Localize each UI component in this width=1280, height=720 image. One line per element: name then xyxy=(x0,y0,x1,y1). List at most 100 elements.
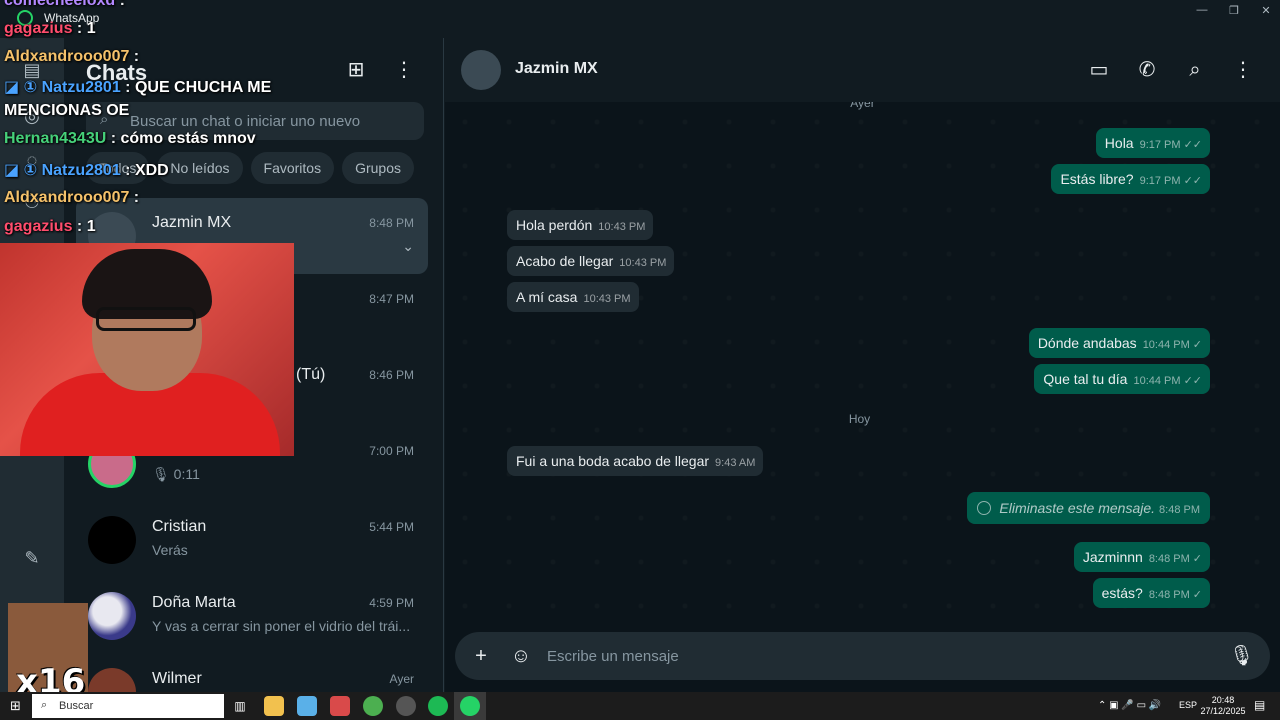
chat-preview: Y vas a cerrar sin poner el vidrio del t… xyxy=(152,618,411,634)
chat-time: 8:48 PM xyxy=(369,216,414,230)
message-outgoing[interactable]: Estás libre? 9:17 PM ✓✓ xyxy=(1051,164,1210,194)
close-button[interactable]: ✕ xyxy=(1254,4,1278,18)
attach-plus-icon[interactable]: + xyxy=(469,644,493,668)
clock-time: 20:48 xyxy=(1211,695,1235,705)
message-text: Dónde andabas xyxy=(1037,335,1137,351)
system-tray-icons[interactable]: ⌃ ▣ 🎤 ▭ 🔊 xyxy=(1098,700,1161,711)
message-time: 8:48 PM xyxy=(1159,504,1200,516)
chat-time: Ayer xyxy=(389,672,414,686)
message-outgoing[interactable]: estás? 8:48 PM ✓ xyxy=(1092,578,1210,608)
message-time: 8:48 PM xyxy=(1148,589,1190,601)
message-text: Eliminaste este mensaje. xyxy=(999,500,1156,516)
read-receipt-icon: ✓✓ xyxy=(1183,175,1202,187)
overlay-chat-line: ◪ ① Natzu2801 : XDD xyxy=(4,162,169,179)
message-outgoing[interactable]: Que tal tu día 10:44 PM ✓✓ xyxy=(1034,364,1210,394)
contact-name[interactable]: Jazmin MX xyxy=(515,60,598,78)
message-text: Que tal tu día xyxy=(1043,371,1128,387)
message-incoming[interactable]: Hola perdón 10:43 PM xyxy=(507,210,654,240)
app-icon[interactable] xyxy=(330,696,350,716)
search-icon: ⌕ xyxy=(41,699,48,711)
overlay-chat-line: MENCIONAS OE xyxy=(4,102,129,120)
overlay-username: gagazius xyxy=(4,218,73,235)
message-outgoing[interactable]: Dónde andabas 10:44 PM ✓ xyxy=(1028,328,1210,358)
microphone-icon[interactable]: 🎙 xyxy=(1229,644,1254,668)
message-outgoing[interactable]: Jazminnn 8:48 PM ✓ xyxy=(1073,542,1210,572)
overlay-username: Natzu2801 xyxy=(41,162,121,179)
overlay-message: MENCIONAS OE xyxy=(4,102,130,119)
filter-grupos[interactable]: Grupos xyxy=(342,152,415,184)
taskbar-search-label: Buscar xyxy=(59,700,94,712)
more-options-icon[interactable]: ⋮ xyxy=(392,58,416,82)
search-icon[interactable]: ⌕ xyxy=(1183,58,1207,82)
spotify-icon[interactable] xyxy=(428,696,448,716)
message-time: 10:43 PM xyxy=(583,293,631,305)
taskbar-search[interactable]: ⌕ Buscar xyxy=(32,694,224,718)
message-time: 10:44 PM xyxy=(1133,375,1181,387)
overlay-username: Aldxandrooo007 xyxy=(4,189,130,206)
chat-time: 8:46 PM xyxy=(369,368,414,382)
message-outgoing[interactable]: Hola 9:17 PM ✓✓ xyxy=(1095,128,1210,158)
message-composer: + ☺ 🎙 xyxy=(455,632,1270,680)
video-call-icon[interactable]: ▭ xyxy=(1087,58,1111,82)
maximize-button[interactable]: ❐ xyxy=(1222,4,1246,18)
message-text: Hola xyxy=(1104,135,1134,151)
avatar xyxy=(88,516,136,564)
stream-chat-overlay: comecheeloxd : gagazius : 1 Aldxandrooo0… xyxy=(0,0,300,250)
chat-time: 8:47 PM xyxy=(369,292,414,306)
more-options-icon[interactable]: ⋮ xyxy=(1231,58,1255,82)
contact-avatar[interactable] xyxy=(461,50,501,90)
message-text: Estás libre? xyxy=(1060,171,1134,187)
notifications-icon[interactable]: ▤ xyxy=(1254,698,1265,712)
overlay-message: 1 xyxy=(86,218,96,235)
chevron-down-icon[interactable]: ⌄ xyxy=(402,238,414,255)
overlay-chat-line: comecheeloxd : xyxy=(4,0,125,10)
message-incoming[interactable]: A mí casa 10:43 PM xyxy=(507,282,639,312)
taskbar-clock[interactable]: 20:48 27/12/2025 xyxy=(1196,695,1250,717)
clock-date: 27/12/2025 xyxy=(1200,706,1246,716)
badge-icon: ◪ ① xyxy=(4,162,42,179)
overlay-chat-line: Hernan4343U : cómo estás mnov xyxy=(4,130,256,147)
chat-preview: Verás xyxy=(152,542,188,558)
message-incoming[interactable]: Acabo de llegar 10:43 PM xyxy=(507,246,675,276)
message-list: Ayer Hola 9:17 PM ✓✓ Estás libre? 9:17 PM ✓✓… xyxy=(445,102,1280,622)
overlay-username: Aldxandrooo007 xyxy=(4,48,130,65)
avatar xyxy=(88,592,136,640)
message-incoming[interactable]: Fui a una boda acabo de llegar 9:43 AM xyxy=(507,446,764,476)
new-chat-edit-icon[interactable]: ✎ xyxy=(20,546,44,570)
day-separator: Ayer xyxy=(850,102,875,110)
overlay-chat-line: gagazius : 1 xyxy=(4,20,96,37)
chat-preview: 🎙 0:11 xyxy=(152,466,412,483)
app-icon[interactable] xyxy=(297,696,317,716)
windows-start-icon[interactable]: ⊞ xyxy=(10,699,24,713)
file-explorer-icon[interactable] xyxy=(264,696,284,716)
message-time: 10:43 PM xyxy=(619,257,667,269)
conversation-header[interactable]: Jazmin MX ▭ ✆ ⌕ ⋮ xyxy=(445,38,1280,102)
message-text: Hola perdón xyxy=(516,217,593,233)
chat-name: Doña Marta xyxy=(152,594,236,611)
overlay-username: comecheeloxd xyxy=(4,0,116,9)
chrome-icon[interactable] xyxy=(363,696,383,716)
overlay-message: cómo estás mnov xyxy=(120,130,256,147)
message-time: 10:43 PM xyxy=(598,221,646,233)
task-view-icon[interactable]: ▥ xyxy=(230,696,250,716)
overlay-chat-line: ◪ ① Natzu2801 : QUE CHUCHA ME xyxy=(4,79,272,96)
webcam-person-glasses xyxy=(96,307,196,331)
language-indicator[interactable]: ESP xyxy=(1179,700,1197,710)
voice-duration: 0:11 xyxy=(173,466,200,482)
message-input[interactable] xyxy=(547,645,1207,667)
desktop: WhatsApp — ❐ ✕ ▤ ◎ ◌ ⚇ ✎ Chats ⊞ ⋮ ⌕ Tod… xyxy=(0,0,1280,720)
message-deleted[interactable]: Eliminaste este mensaje. 8:48 PM xyxy=(967,492,1210,524)
new-chat-icon[interactable]: ⊞ xyxy=(344,58,368,82)
whatsapp-taskbar-icon[interactable] xyxy=(460,696,480,716)
app-icon[interactable] xyxy=(396,696,416,716)
message-time: 9:17 PM xyxy=(1139,139,1181,151)
chat-row-dona-marta[interactable]: Doña Marta 4:59 PM Y vas a cerrar sin po… xyxy=(76,578,428,654)
chat-row-cristian[interactable]: Cristian 5:44 PM Verás xyxy=(76,502,428,578)
read-receipt-icon: ✓✓ xyxy=(1183,139,1202,151)
chat-name: Cristian xyxy=(152,518,207,535)
emoji-sticker-icon[interactable]: ☺ xyxy=(509,644,533,668)
message-text: Acabo de llegar xyxy=(516,253,614,269)
minimize-button[interactable]: — xyxy=(1190,4,1214,18)
voice-call-icon[interactable]: ✆ xyxy=(1135,58,1159,82)
conversation-panel: Jazmin MX ▭ ✆ ⌕ ⋮ Ayer Hola 9:17 PM ✓✓ Est… xyxy=(445,38,1280,692)
